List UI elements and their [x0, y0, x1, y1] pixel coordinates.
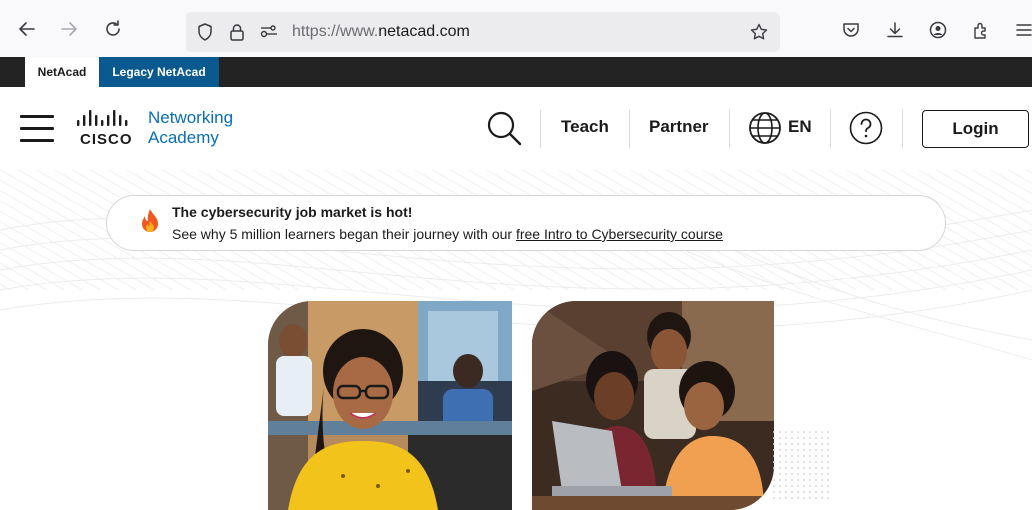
help-icon[interactable]: [848, 110, 884, 146]
teach-link[interactable]: Teach: [561, 117, 609, 137]
hero-photo-learner-office: [268, 301, 512, 510]
menu-icon[interactable]: [1012, 18, 1032, 42]
back-icon[interactable]: [12, 14, 42, 44]
hero-photo-students-laptop: [532, 301, 774, 510]
lock-icon[interactable]: [226, 21, 248, 43]
url-bar[interactable]: https://www.netacad.com: [186, 12, 780, 52]
pocket-icon[interactable]: [839, 18, 863, 42]
cisco-wordmark: CISCO: [80, 131, 133, 148]
shield-icon[interactable]: [194, 21, 216, 43]
banner-body-text: See why 5 million learners began their j…: [172, 226, 516, 242]
fire-icon: [136, 207, 164, 237]
header-divider: [629, 110, 630, 148]
header-divider: [902, 110, 903, 148]
download-icon[interactable]: [883, 18, 907, 42]
forward-icon[interactable]: [54, 14, 84, 44]
academy-wordmark: Networking Academy: [148, 108, 233, 148]
language-selector[interactable]: EN: [788, 117, 812, 137]
cisco-networking-academy-logo[interactable]: CISCO Networking Academy: [74, 108, 254, 148]
decorative-dot-grid: [772, 430, 832, 500]
banner-title: The cybersecurity job market is hot!: [172, 204, 413, 220]
tab-legacy-netacad[interactable]: Legacy NetAcad: [99, 57, 219, 87]
login-button[interactable]: Login: [922, 110, 1029, 148]
star-icon[interactable]: [748, 21, 770, 43]
header-divider: [540, 110, 541, 148]
header-divider: [729, 110, 730, 148]
logo-line-academy: Academy: [148, 128, 219, 147]
search-icon[interactable]: [484, 108, 524, 148]
reload-icon[interactable]: [98, 14, 128, 44]
url-prefix: https://www.: [292, 23, 379, 40]
cisco-bridge-icon: [77, 110, 128, 126]
url-domain: netacad.com: [378, 23, 470, 40]
permissions-icon[interactable]: [258, 21, 280, 43]
tab-netacad[interactable]: NetAcad: [25, 57, 99, 87]
intro-cybersecurity-link[interactable]: free Intro to Cybersecurity course: [516, 226, 723, 242]
hamburger-menu-icon[interactable]: [20, 111, 56, 147]
url-text[interactable]: https://www.netacad.com: [292, 23, 470, 41]
extensions-icon[interactable]: [969, 18, 993, 42]
banner-body: See why 5 million learners began their j…: [172, 226, 723, 242]
partner-link[interactable]: Partner: [649, 117, 709, 137]
globe-icon[interactable]: [747, 110, 783, 146]
logo-line-networking: Networking: [148, 108, 234, 127]
account-icon[interactable]: [926, 18, 950, 42]
header-divider: [830, 110, 831, 148]
